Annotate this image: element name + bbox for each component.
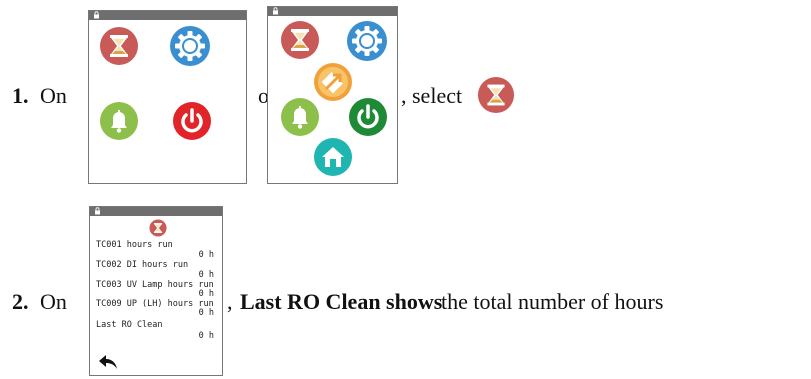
hourglass-icon[interactable] bbox=[280, 20, 320, 60]
power-icon[interactable] bbox=[172, 101, 212, 141]
list-item-label: TC002 DI hours run bbox=[96, 260, 189, 270]
step-2-rest-text: the total number of hours bbox=[441, 289, 664, 314]
list-item-value: 0 h bbox=[198, 270, 214, 280]
screen-top-bar bbox=[268, 7, 397, 16]
bell-icon[interactable] bbox=[280, 97, 320, 137]
lock-icon bbox=[95, 207, 100, 215]
list-item-value: 0 h bbox=[198, 289, 214, 299]
hours-run-screen: TC001 hours run 0 h TC002 DI hours run 0… bbox=[89, 206, 223, 376]
step-2-comma: , bbox=[227, 289, 233, 314]
step-1-select-text: , select bbox=[401, 83, 463, 108]
list-item-value: 0 h bbox=[198, 250, 214, 260]
list-item-label: TC009 UP (LH) hours run bbox=[96, 299, 214, 309]
screen-top-bar bbox=[90, 207, 222, 216]
power-icon[interactable] bbox=[348, 97, 388, 137]
center-arrow-icon[interactable] bbox=[313, 62, 353, 102]
step-2-bold-text: Last RO Clean shows bbox=[240, 289, 443, 314]
list-item-label: TC001 hours run bbox=[96, 240, 173, 250]
lock-icon bbox=[273, 7, 278, 15]
step-1-on-text: On bbox=[40, 83, 67, 108]
gear-icon[interactable] bbox=[346, 20, 388, 62]
list-item-value: 0 h bbox=[198, 331, 214, 341]
main-menu-screen-a bbox=[88, 10, 247, 184]
screen-top-bar bbox=[89, 11, 246, 20]
step-2-on-text: On bbox=[40, 289, 67, 314]
list-item-value: 0 h bbox=[198, 308, 214, 318]
lock-icon bbox=[94, 11, 99, 19]
step-2-number: 2. bbox=[12, 289, 29, 314]
hourglass-icon bbox=[149, 219, 167, 237]
list-item-label: Last RO Clean bbox=[96, 320, 163, 330]
gear-icon[interactable] bbox=[169, 25, 211, 67]
main-menu-screen-b bbox=[267, 6, 398, 184]
home-icon[interactable] bbox=[313, 137, 353, 177]
hourglass-icon[interactable] bbox=[99, 26, 139, 66]
list-item-label: TC003 UV Lamp hours run bbox=[96, 280, 214, 290]
back-arrow-icon[interactable] bbox=[98, 354, 118, 370]
hourglass-icon bbox=[477, 76, 515, 114]
step-1-number: 1. bbox=[12, 83, 29, 108]
bell-icon[interactable] bbox=[99, 101, 139, 141]
